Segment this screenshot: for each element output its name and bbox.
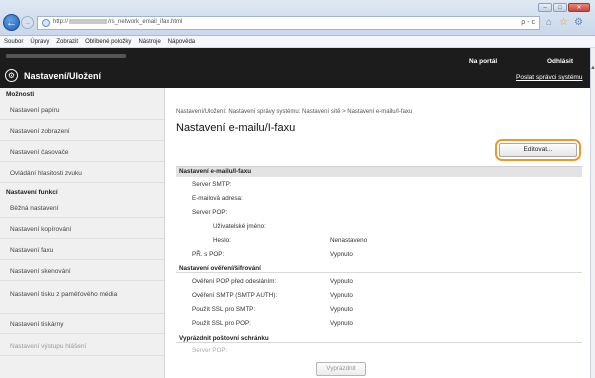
menu-file[interactable]: Soubor	[4, 39, 23, 45]
menu-favorites[interactable]: Oblíbené položky	[85, 39, 131, 45]
sidebar-item-fax[interactable]: Nastavení faxu	[0, 242, 164, 260]
redacted-host	[69, 19, 108, 24]
setting-row: Ověření POP před odesláním: Vypnuto	[176, 278, 582, 289]
setting-label: E-mailová adresa:	[192, 195, 243, 202]
empty-mailbox-button[interactable]: Vyprázdnit	[316, 362, 366, 376]
page-title: Nastavení e-mailu/I-faxu	[176, 122, 296, 134]
setting-label: Server SMTP:	[192, 181, 232, 188]
main-content: Nastavení/Uložení: Nastavení správy syst…	[166, 88, 590, 378]
setting-row: PŘ. s POP: Vypnuto	[176, 251, 582, 262]
setting-label: Ověření SMTP (SMTP AUTH):	[192, 292, 278, 299]
setting-row: E-mailová adresa:	[176, 195, 582, 206]
maximize-button[interactable]: □	[553, 3, 567, 12]
url-text: http:///rs_network_email_ifax.html	[53, 19, 183, 26]
setting-value: Vypnuto	[330, 278, 353, 285]
sidebar-item-report[interactable]: Nastavení výstupu hlášení	[0, 338, 164, 356]
menu-tools[interactable]: Nástroje	[138, 39, 160, 45]
setting-label: Server POP:	[192, 347, 228, 354]
menu-view[interactable]: Zobrazit	[56, 39, 78, 45]
setting-row: Heslo: Nenastaveno	[176, 237, 582, 248]
close-window-button[interactable]: ✕	[568, 3, 590, 12]
setting-row: Uživatelské jméno:	[176, 223, 582, 234]
setting-label: Uživatelské jméno:	[213, 223, 266, 230]
redacted-device-info	[6, 54, 126, 58]
section-email-ifax: Nastavení e-mailu/I-faxu	[176, 166, 582, 177]
scroll-up-arrow-icon[interactable]: ▲	[590, 64, 595, 72]
menu-help[interactable]: Nápověda	[168, 39, 195, 45]
app-header: ⚙ Nastavení/Uložení Na portál Odhlásit P…	[0, 48, 590, 88]
home-icon[interactable]: ⌂	[546, 17, 552, 28]
setting-row: Použít SSL pro SMTP: Vypnuto	[176, 306, 582, 317]
sidebar: Možnosti Nastavení papíru Nastavení zobr…	[0, 88, 165, 378]
breadcrumb: Nastavení/Uložení: Nastavení správy syst…	[176, 109, 413, 115]
sidebar-item-copy[interactable]: Nastavení kopírování	[0, 221, 164, 239]
favorites-star-icon[interactable]: ☆	[559, 17, 568, 28]
setting-row: Server POP:	[176, 209, 582, 220]
header-title: Nastavení/Uložení	[24, 71, 102, 81]
setting-label: Server POP:	[192, 209, 228, 216]
sidebar-item-volume[interactable]: Ovládání hlasitosti zvuku	[0, 165, 164, 183]
setting-value: Vypnuto	[330, 320, 353, 327]
auth-subheading: Nastavení ověření/šifrování	[176, 265, 582, 273]
sidebar-item-timer[interactable]: Nastavení časovače	[0, 144, 164, 162]
setting-row: Server SMTP:	[176, 181, 582, 192]
sidebar-item-common[interactable]: Běžná nastavení	[0, 200, 164, 218]
forward-button[interactable]: →	[21, 16, 34, 29]
menu-edit[interactable]: Úpravy	[30, 39, 49, 45]
mail-admin-link[interactable]: Poslat správci systému	[516, 74, 582, 81]
logout-link[interactable]: Odhlásit	[547, 58, 573, 65]
sidebar-item-media-print[interactable]: Nastavení tisku z paměťového média	[0, 284, 164, 314]
sidebar-section-functions: Nastavení funkcí	[6, 189, 58, 196]
search-refresh-icon[interactable]: ρ - c	[521, 19, 535, 26]
setting-value: Vypnuto	[330, 292, 353, 299]
setting-label: Použít SSL pro SMTP:	[192, 306, 256, 313]
minimize-button[interactable]: –	[538, 3, 552, 12]
page-icon	[42, 19, 50, 27]
empty-mailbox-subheading: Vyprázdnit poštovní schránku	[176, 335, 582, 343]
menu-bar: Soubor Úpravy Zobrazit Oblíbené položky …	[0, 36, 595, 48]
settings-register-icon: ⚙	[5, 69, 18, 82]
gear-icon[interactable]: ⚙	[574, 17, 583, 28]
setting-value: Nenastaveno	[330, 237, 368, 244]
sidebar-item-display[interactable]: Nastavení zobrazení	[0, 123, 164, 141]
setting-value: Vypnuto	[330, 251, 353, 258]
portal-link[interactable]: Na portál	[469, 58, 497, 65]
sidebar-section-options: Možnosti	[6, 91, 35, 98]
sidebar-item-scan[interactable]: Nastavení skenování	[0, 263, 164, 281]
browser-toolbar: – □ ✕ ← → http:///rs_network_email_ifax.…	[0, 0, 595, 36]
setting-value: Vypnuto	[330, 306, 353, 313]
back-button[interactable]: ←	[3, 14, 20, 31]
setting-label: Použít SSL pro POP:	[192, 320, 251, 327]
setting-label: PŘ. s POP:	[192, 251, 225, 258]
sidebar-item-printer[interactable]: Nastavení tiskárny	[0, 316, 164, 334]
address-bar[interactable]: http:///rs_network_email_ifax.html ρ - c	[37, 16, 540, 30]
setting-row: Server POP:	[176, 347, 582, 358]
edit-button[interactable]: Editovat...	[499, 143, 577, 157]
scrollbar[interactable]	[590, 48, 595, 378]
sidebar-item-paper[interactable]: Nastavení papíru	[0, 102, 164, 120]
setting-label: Heslo:	[213, 237, 231, 244]
setting-row: Použít SSL pro POP: Vypnuto	[176, 320, 582, 331]
setting-row: Ověření SMTP (SMTP AUTH): Vypnuto	[176, 292, 582, 303]
setting-label: Ověření POP před odesláním:	[192, 278, 277, 285]
